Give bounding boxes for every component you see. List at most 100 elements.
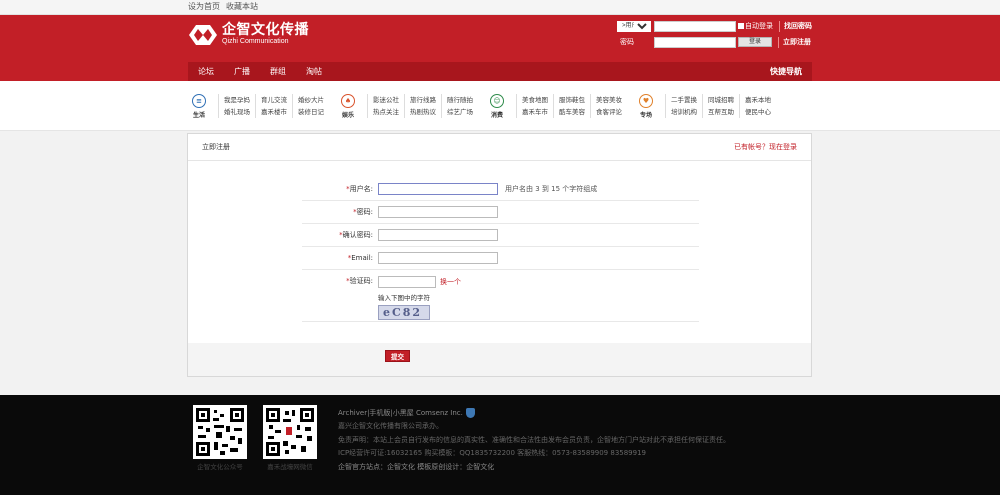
category-life: ≡ 生活 我是孕妈 婚礼现场 育儿交流 嘉禾楼市 婚纱大片 装修日记 (188, 91, 329, 121)
category-link[interactable]: 嘉禾楼市 (261, 106, 287, 118)
submit-bar: 提交 (188, 343, 811, 376)
category-link[interactable]: 培训机构 (671, 106, 697, 118)
captcha-row: *验证码: 换一个 输入下图中的字符 eC82 (302, 270, 699, 322)
category-link[interactable]: 热剧热议 (410, 106, 436, 118)
footer-links[interactable]: Archiver|手机版|小黑屋 Comsenz Inc. (338, 409, 463, 417)
captcha-refresh-link[interactable]: 换一个 (440, 277, 461, 287)
find-password-link[interactable]: 找回密码 (784, 21, 812, 31)
category-link[interactable]: 嘉禾本地 (745, 94, 771, 106)
login-type-select[interactable]: >用户 (617, 20, 651, 32)
security-badge-icon (465, 408, 475, 418)
footer-icp: ICP经营许可证:16032165 购买模板：QQ1835732200 客服热线… (338, 449, 646, 458)
category-label: 娱乐 (341, 111, 354, 119)
category-link[interactable]: 热点关注 (373, 106, 399, 118)
bookmark-link[interactable]: 收藏本站 (226, 2, 258, 11)
category-link[interactable]: 旅行线路 (410, 94, 436, 106)
category-link[interactable]: 美食地图 (522, 94, 548, 106)
email-label: Email: (351, 254, 373, 262)
qr-code-icon (193, 405, 247, 459)
footer-disclaimer: 免责声明：本站上会员自行发布的信息的真实性、准确性和合法性由发布会员负责，企智地… (338, 435, 730, 444)
category-link[interactable]: 便民中心 (745, 106, 771, 118)
category-link[interactable]: 我是孕妈 (224, 94, 250, 106)
special-icon: ♥ (639, 93, 653, 108)
category-link[interactable]: 服饰鞋包 (559, 94, 585, 106)
category-special: ♥ 专场 二手置换 培训机构 同城招聘 互帮互助 嘉禾本地 便民中心 (635, 91, 776, 121)
logo-mark-icon (188, 24, 218, 46)
category-entertainment: ♠ 娱乐 影迷公社 热点关注 旅行线路 热剧热议 随行随拍 综艺广场 (337, 91, 478, 121)
register-panel: 立即注册 已有帐号？现在登录 *用户名: 用户名由 3 到 15 个字符组成 *… (187, 133, 812, 377)
password-login-input[interactable] (654, 36, 736, 48)
username-input[interactable] (378, 183, 498, 195)
divider (778, 36, 779, 48)
nav-item-broadcast[interactable]: 广播 (224, 62, 260, 81)
footer-info: Archiver|手机版|小黑屋 Comsenz Inc. 嘉兴企智文化传播有限… (338, 407, 730, 474)
username-tip: 用户名由 3 到 15 个字符组成 (505, 185, 598, 193)
category-link[interactable]: 二手置换 (671, 94, 697, 106)
logo-subtitle: Qizhi Communication (222, 38, 289, 45)
category-link[interactable]: 食客评论 (596, 106, 622, 118)
category-link[interactable]: 嘉禾车市 (522, 106, 548, 118)
consumption-icon: ☺ (490, 93, 504, 108)
divider (779, 20, 780, 32)
category-link[interactable]: 随行随拍 (447, 94, 473, 106)
captcha-hint: 输入下图中的字符 (378, 294, 430, 302)
category-link[interactable]: 装修日记 (298, 106, 324, 118)
set-home-link[interactable]: 设为首页 (188, 2, 220, 11)
footer: 企智文化公众号 嘉禾战壕网微信 Archiver|手机版|小黑屋 Comsenz… (0, 395, 1000, 495)
panel-header: 立即注册 已有帐号？现在登录 (188, 134, 811, 161)
remember-label: 自动登录 (745, 22, 773, 30)
password-label: 密码: (356, 208, 373, 216)
login-box: >用户 自动登录 找回密码 密码 登录 立即注册 (617, 19, 812, 49)
password-login-label: 密码 (620, 38, 634, 46)
submit-button[interactable]: 提交 (385, 350, 410, 362)
password-row: *密码: (302, 201, 699, 224)
qr-code-icon (263, 405, 317, 459)
category-label: 消费 (490, 111, 503, 119)
category-label: 专场 (639, 111, 652, 119)
category-link[interactable]: 美容美妆 (596, 94, 622, 106)
captcha-image[interactable]: eC82 (378, 305, 430, 320)
qr-code-2: 嘉禾战壕网微信 (263, 405, 317, 471)
category-link[interactable]: 综艺广场 (447, 106, 473, 118)
password-input[interactable] (378, 206, 498, 218)
panel-title: 立即注册 (202, 143, 230, 151)
category-link[interactable]: 影迷公社 (373, 94, 399, 106)
category-link[interactable]: 同城招聘 (708, 94, 734, 106)
login-now-link[interactable]: 已有帐号？现在登录 (734, 142, 797, 152)
category-consumption: ☺ 消费 美食地图 嘉禾车市 服饰鞋包 酷车美容 美容美妆 食客评论 (486, 91, 627, 121)
remember-checkbox[interactable] (738, 23, 744, 29)
nav-item-collections[interactable]: 淘帖 (296, 62, 332, 81)
username-login-input[interactable] (654, 20, 736, 32)
site-logo[interactable]: 企智文化传播 Qizhi Communication (188, 23, 309, 46)
category-link[interactable]: 婚纱大片 (298, 94, 324, 106)
category-link[interactable]: 婚礼现场 (224, 106, 250, 118)
qr-label-2: 嘉禾战壕网微信 (267, 463, 313, 471)
category-link[interactable]: 互帮互助 (708, 106, 734, 118)
life-icon: ≡ (192, 93, 206, 108)
username-label: 用户名: (349, 185, 373, 193)
qr-label-1: 企智文化公众号 (197, 463, 243, 471)
header: 企智文化传播 Qizhi Communication >用户 自动登录 找回密码… (0, 15, 1000, 81)
quick-nav-button[interactable]: 快捷导航 (770, 66, 812, 77)
email-input[interactable] (378, 252, 498, 264)
category-label: 生活 (192, 111, 205, 119)
login-button[interactable]: 登录 (738, 37, 772, 47)
confirm-password-label: 确认密码: (342, 231, 373, 239)
category-link[interactable]: 酷车美容 (559, 106, 585, 118)
top-bar: 设为首页 收藏本站 (0, 0, 1000, 15)
footer-company: 嘉兴企智文化传播有限公司承办。 (338, 422, 443, 431)
nav-item-forum[interactable]: 论坛 (188, 62, 224, 81)
confirm-password-row: *确认密码: (302, 224, 699, 247)
confirm-password-input[interactable] (378, 229, 498, 241)
category-link[interactable]: 育儿交流 (261, 94, 287, 106)
register-form: *用户名: 用户名由 3 到 15 个字符组成 *密码: *确认密码: *Ema… (302, 178, 699, 322)
nav-item-groups[interactable]: 群组 (260, 62, 296, 81)
register-now-link[interactable]: 立即注册 (783, 37, 811, 47)
qr-code-1: 企智文化公众号 (193, 405, 247, 471)
entertainment-icon: ♠ (341, 93, 355, 108)
category-band: ≡ 生活 我是孕妈 婚礼现场 育儿交流 嘉禾楼市 婚纱大片 装修日记 ♠ 娱乐 影迷公… (0, 81, 1000, 131)
logo-title: 企智文化传播 (222, 22, 309, 38)
username-row: *用户名: 用户名由 3 到 15 个字符组成 (302, 178, 699, 201)
captcha-input[interactable] (378, 276, 436, 288)
footer-official: 企智官方站点：企智文化 模板原创设计：企智文化 (338, 462, 495, 471)
